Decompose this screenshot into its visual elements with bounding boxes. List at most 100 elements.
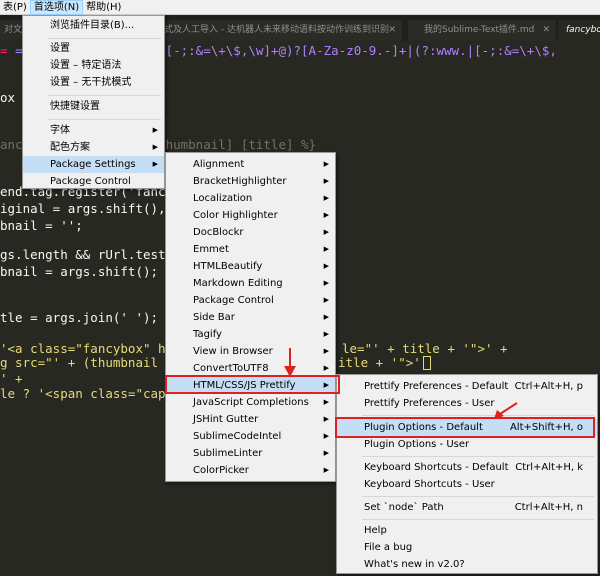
menu-preferences[interactable]: 首选项(N) bbox=[29, 0, 84, 15]
bracket-match-marker bbox=[422, 356, 431, 370]
menu-item-docblockr[interactable]: DocBlockr ▶ bbox=[166, 224, 335, 241]
menu-item-label: SublimeCodeIntel bbox=[193, 431, 282, 442]
menu-preferences-prev[interactable]: 表(P) bbox=[0, 0, 30, 15]
submenu-arrow-icon: ▶ bbox=[323, 347, 329, 355]
preferences-menu: 浏览插件目录(B)... 设置 设置 – 特定语法 设置 – 无干扰模式 快捷键… bbox=[22, 15, 165, 189]
menu-item-view-in-browser[interactable]: View in Browser ▶ bbox=[166, 343, 335, 360]
menu-item-color-scheme[interactable]: 配色方案 ▶ bbox=[23, 139, 164, 156]
submenu-arrow-icon: ▶ bbox=[323, 194, 329, 202]
menu-separator bbox=[362, 415, 594, 416]
menu-item-label: SublimeLinter bbox=[193, 448, 263, 459]
menu-item-htmlbeautify[interactable]: HTMLBeautify ▶ bbox=[166, 258, 335, 275]
menu-item-whats-new[interactable]: What's new in v2.0? bbox=[337, 556, 597, 573]
code-line: itle + '">' bbox=[338, 355, 431, 370]
menu-item-label: 浏览插件目录(B)... bbox=[50, 20, 135, 31]
menu-item-set-node-path[interactable]: Set `node` Path Ctrl+Alt+H, n bbox=[337, 499, 597, 516]
menu-item-prettify-prefs-user[interactable]: Prettify Preferences - User bbox=[337, 395, 597, 412]
menu-item-javascript-completions[interactable]: JavaScript Completions ▶ bbox=[166, 394, 335, 411]
menu-item-brackethighlighter[interactable]: BracketHighlighter ▶ bbox=[166, 173, 335, 190]
menu-item-plugin-options-user[interactable]: Plugin Options - User bbox=[337, 436, 597, 453]
menu-item-tagify[interactable]: Tagify ▶ bbox=[166, 326, 335, 343]
tab-fancybox[interactable]: fancybox bbox=[558, 20, 600, 41]
menu-item-keyboard-shortcuts-default[interactable]: Keyboard Shortcuts - Default Ctrl+Alt+H, … bbox=[337, 459, 597, 476]
menu-item-settings[interactable]: 设置 bbox=[23, 40, 164, 57]
package-settings-menu: Alignment ▶ BracketHighlighter ▶ Localizat… bbox=[165, 152, 336, 482]
close-icon[interactable]: ✕ bbox=[388, 20, 396, 41]
menu-item-label: Plugin Options - User bbox=[364, 439, 470, 450]
menu-separator bbox=[48, 38, 161, 39]
menu-item-jshint-gutter[interactable]: JSHint Gutter ▶ bbox=[166, 411, 335, 428]
menu-item-side-bar[interactable]: Side Bar ▶ bbox=[166, 309, 335, 326]
menu-separator bbox=[362, 496, 594, 497]
menu-item-alignment[interactable]: Alignment ▶ bbox=[166, 156, 335, 173]
menu-item-settings-syntax[interactable]: 设置 – 特定语法 bbox=[23, 57, 164, 74]
menu-item-label: 快捷键设置 bbox=[50, 101, 100, 112]
menu-item-label: JSHint Gutter bbox=[193, 414, 259, 425]
submenu-arrow-icon: ▶ bbox=[323, 330, 329, 338]
menu-separator bbox=[48, 95, 161, 96]
menu-item-help[interactable]: Help bbox=[337, 522, 597, 539]
menu-item-package-settings[interactable]: Package Settings ▶ bbox=[23, 156, 164, 173]
menu-item-browse-packages[interactable]: 浏览插件目录(B)... bbox=[23, 17, 164, 34]
submenu-arrow-icon: ▶ bbox=[152, 143, 158, 151]
submenu-arrow-icon: ▶ bbox=[323, 279, 329, 287]
menu-item-color-highlighter[interactable]: Color Highlighter ▶ bbox=[166, 207, 335, 224]
menu-item-keyboard-shortcuts-user[interactable]: Keyboard Shortcuts - User bbox=[337, 476, 597, 493]
menu-item-label: What's new in v2.0? bbox=[364, 559, 465, 570]
menu-item-package-control[interactable]: Package Control bbox=[23, 173, 164, 190]
tab-label: fancybox bbox=[566, 25, 600, 35]
menubar: 表(P) 首选项(N) 帮助(H) bbox=[0, 0, 600, 15]
menu-item-label: File a bug bbox=[364, 542, 413, 553]
menu-item-label: Tagify bbox=[193, 329, 222, 340]
menu-item-sublimecodeintel[interactable]: SublimeCodeIntel ▶ bbox=[166, 428, 335, 445]
menu-item-label: Package Control bbox=[193, 295, 274, 306]
menu-item-label: Package Settings bbox=[50, 159, 136, 170]
menu-item-label: 设置 bbox=[50, 43, 70, 54]
submenu-arrow-icon: ▶ bbox=[323, 466, 329, 474]
menu-item-key-bindings[interactable]: 快捷键设置 bbox=[23, 98, 164, 115]
menu-item-shortcut: Ctrl+Alt+H, p bbox=[514, 381, 583, 392]
code-line: g src="' + (thumbnail || bbox=[0, 355, 181, 370]
menu-help[interactable]: 帮助(H) bbox=[83, 0, 124, 15]
menu-item-label: Set `node` Path bbox=[364, 502, 444, 513]
code-line: tle = args.join(' '); bbox=[0, 310, 159, 325]
menu-item-label: Markdown Editing bbox=[193, 278, 283, 289]
code-line: le="' + title + '">' + bbox=[342, 341, 508, 356]
prettify-menu: Prettify Preferences - Default Ctrl+Alt+H… bbox=[336, 374, 598, 574]
menu-item-prettify-prefs-default[interactable]: Prettify Preferences - Default Ctrl+Alt+H… bbox=[337, 378, 597, 395]
tab-label: 载方式及人工导入 - 达机器人未来移动语料按动作训练到识别 bbox=[146, 25, 389, 35]
menu-item-label: Side Bar bbox=[193, 312, 235, 323]
menu-item-label: Keyboard Shortcuts - User bbox=[364, 479, 495, 490]
menu-item-font[interactable]: 字体 ▶ bbox=[23, 122, 164, 139]
submenu-arrow-icon: ▶ bbox=[152, 160, 158, 168]
code-line: le ? '<span class="capti bbox=[0, 386, 181, 401]
menu-item-label: 设置 – 无干扰模式 bbox=[50, 77, 132, 88]
menu-item-file-a-bug[interactable]: File a bug bbox=[337, 539, 597, 556]
tab-sublime-plugins[interactable]: 我的Sublime-Text插件.md ✕ bbox=[408, 20, 556, 41]
menu-item-label: Prettify Preferences - User bbox=[364, 398, 495, 409]
menu-item-package-control[interactable]: Package Control ▶ bbox=[166, 292, 335, 309]
menu-item-settings-distraction-free[interactable]: 设置 – 无干扰模式 bbox=[23, 74, 164, 91]
submenu-arrow-icon: ▶ bbox=[323, 398, 329, 406]
menu-item-emmet[interactable]: Emmet ▶ bbox=[166, 241, 335, 258]
menu-item-label: 设置 – 特定语法 bbox=[50, 60, 122, 71]
submenu-arrow-icon: ▶ bbox=[323, 228, 329, 236]
menu-item-sublimelinter[interactable]: SublimeLinter ▶ bbox=[166, 445, 335, 462]
menu-item-colorpicker[interactable]: ColorPicker ▶ bbox=[166, 462, 335, 479]
menu-item-markdown-editing[interactable]: Markdown Editing ▶ bbox=[166, 275, 335, 292]
submenu-arrow-icon: ▶ bbox=[323, 313, 329, 321]
menu-item-localization[interactable]: Localization ▶ bbox=[166, 190, 335, 207]
highlight-box-plugin-options bbox=[335, 417, 595, 438]
code-line: ' + bbox=[0, 371, 23, 386]
menu-separator bbox=[362, 456, 594, 457]
tab-label: 我的Sublime-Text插件.md bbox=[424, 25, 535, 35]
close-icon[interactable]: ✕ bbox=[542, 20, 550, 41]
menu-item-label: Color Highlighter bbox=[193, 210, 278, 221]
annotation-arrow-icon bbox=[494, 402, 518, 419]
menu-item-label: HTMLBeautify bbox=[193, 261, 263, 272]
tab-import[interactable]: 载方式及人工导入 - 达机器人未来移动语料按动作训练到识别 ✕ bbox=[140, 20, 402, 41]
submenu-arrow-icon: ▶ bbox=[323, 160, 329, 168]
menu-item-label: Alignment bbox=[193, 159, 245, 170]
submenu-arrow-icon: ▶ bbox=[323, 432, 329, 440]
code-line: gs.length && rUrl.test(a bbox=[0, 247, 181, 262]
